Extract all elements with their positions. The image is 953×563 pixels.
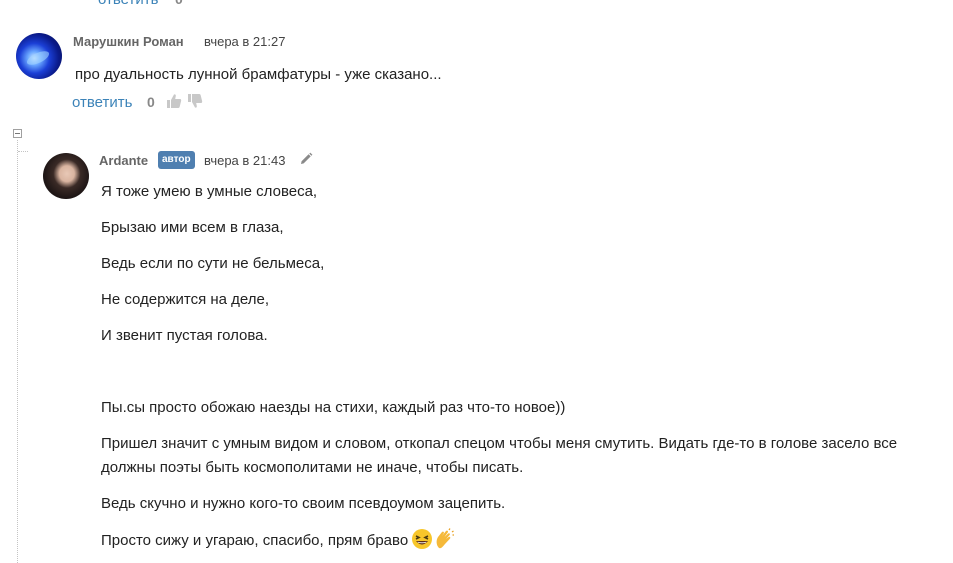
comment-line: И звенит пустая голова. bbox=[101, 327, 268, 344]
comment-author[interactable]: Марушкин Роман bbox=[73, 34, 184, 49]
comment-line-with-emoji: Просто сижу и угараю, спасибо, прям брав… bbox=[101, 528, 946, 558]
comment-timestamp[interactable]: вчера в 21:27 bbox=[204, 34, 285, 49]
vote-count-previous: 0 bbox=[175, 0, 183, 7]
comment-line: Ведь скучно и нужно кого-то своим псевдо… bbox=[101, 495, 506, 512]
comment-line: Не содержится на деле, bbox=[101, 291, 270, 308]
clapping-hands-emoji-icon bbox=[436, 528, 455, 549]
comment-line: Ведь если по сути не бельмеса, bbox=[101, 255, 325, 272]
comment-line: Пы.сы просто обожаю наезды на стихи, каж… bbox=[101, 399, 566, 416]
avatar[interactable] bbox=[16, 33, 62, 79]
emoji-group bbox=[411, 528, 455, 558]
vote-count: 0 bbox=[147, 94, 155, 110]
comment-line: Брызаю ими всем в глаза, bbox=[101, 219, 284, 236]
pencil-icon[interactable] bbox=[299, 152, 313, 166]
comment-timestamp[interactable]: вчера в 21:43 bbox=[204, 153, 285, 168]
reply-link[interactable]: ответить bbox=[72, 94, 132, 111]
comment-line: Просто сижу и угараю, спасибо, прям брав… bbox=[101, 532, 409, 549]
laughing-emoji-icon bbox=[412, 529, 433, 549]
thread-connector bbox=[18, 151, 28, 152]
collapse-minus-icon[interactable] bbox=[13, 129, 22, 138]
thumbs-up-icon[interactable] bbox=[166, 93, 182, 109]
author-badge: автор bbox=[158, 151, 195, 169]
comment-line: Я тоже умею в умные словеса, bbox=[101, 183, 318, 200]
thumbs-down-icon[interactable] bbox=[187, 93, 203, 109]
reply-link-previous[interactable]: ответить bbox=[98, 0, 158, 8]
avatar[interactable] bbox=[43, 153, 89, 199]
thread-line bbox=[17, 140, 18, 563]
comment-text: Я тоже умею в умные словеса, Брызаю ими … bbox=[101, 180, 946, 558]
comment-text: про дуальность лунной брамфатуры - уже с… bbox=[75, 66, 442, 83]
comment-line: Пришел значит с умным видом и словом, от… bbox=[101, 435, 898, 476]
comment-author[interactable]: Ardante bbox=[99, 153, 148, 168]
